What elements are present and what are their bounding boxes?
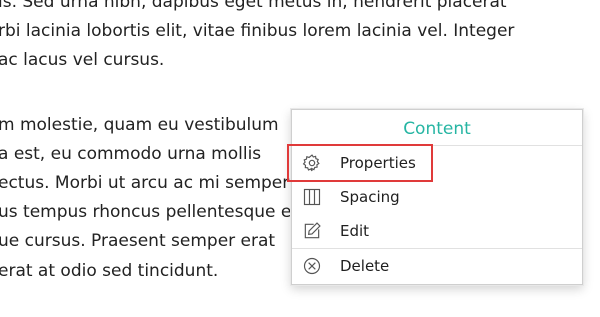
menu-item-properties[interactable]: Properties	[287, 144, 433, 182]
context-menu: Content Properties Spacing Edit Delete	[287, 109, 583, 285]
document-line: rbi lacinia lobortis elit, vitae finibus…	[0, 21, 515, 42]
columns-icon	[301, 186, 323, 208]
menu-item-label: Edit	[340, 222, 370, 240]
gear-icon	[301, 152, 323, 174]
menu-item-spacing[interactable]: Spacing	[292, 180, 582, 214]
menu-item-edit[interactable]: Edit	[292, 214, 582, 248]
edit-icon	[301, 220, 323, 242]
context-menu-title: Content	[292, 110, 582, 146]
menu-item-label: Spacing	[340, 188, 400, 206]
menu-item-label: Delete	[340, 257, 390, 275]
document-line: ac lacus vel cursus.	[0, 50, 165, 71]
delete-icon	[301, 255, 323, 277]
menu-item-label: Properties	[340, 154, 416, 172]
document-line: is. Sed urna nibh, dapibus eget metus in…	[0, 0, 507, 12]
menu-item-delete[interactable]: Delete	[292, 249, 582, 283]
